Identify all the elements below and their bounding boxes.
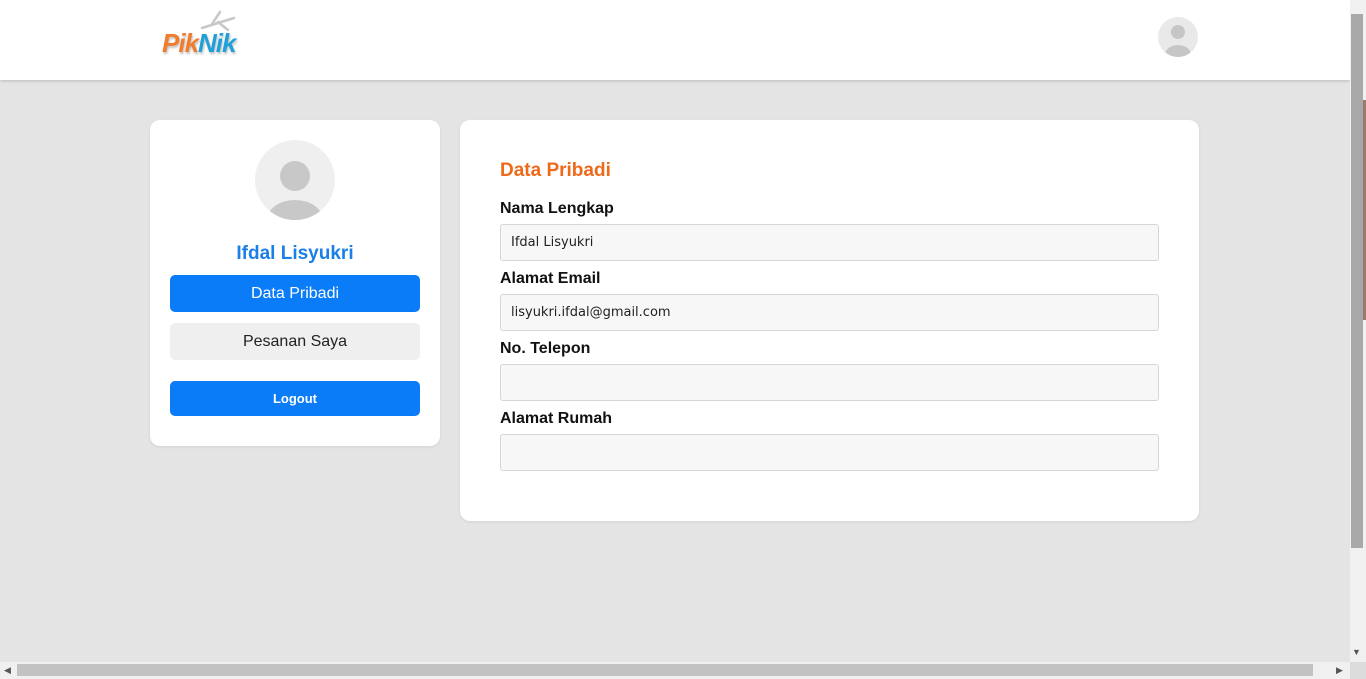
full-name-label: Nama Lengkap	[500, 200, 614, 217]
phone-label: No. Telepon	[500, 340, 591, 357]
horizontal-scroll-thumb[interactable]	[17, 664, 1313, 676]
full-name-input[interactable]	[500, 224, 1159, 261]
logout-button[interactable]: Logout	[170, 381, 420, 416]
top-navbar: PikNik	[0, 0, 1350, 80]
scroll-left-arrow-icon[interactable]: ◀	[4, 664, 11, 676]
pesanan-saya-button[interactable]: Pesanan Saya	[170, 323, 420, 360]
user-avatar-icon[interactable]	[1158, 17, 1198, 57]
email-input[interactable]	[500, 294, 1159, 331]
personal-data-card: Data Pribadi Nama Lengkap Alamat Email N…	[460, 120, 1199, 521]
scroll-right-arrow-icon[interactable]: ▶	[1336, 664, 1343, 676]
scroll-down-arrow-icon[interactable]: ▼	[1352, 645, 1361, 659]
logo-text: PikNik	[162, 28, 237, 58]
profile-sidebar-card: Ifdal Lisyukri Data Pribadi Pesanan Saya…	[150, 120, 440, 446]
profile-avatar-icon	[255, 140, 335, 220]
data-pribadi-button[interactable]: Data Pribadi	[170, 275, 420, 312]
profile-user-name: Ifdal Lisyukri	[236, 243, 354, 264]
address-label: Alamat Rumah	[500, 410, 613, 427]
address-input[interactable]	[500, 434, 1159, 471]
section-title: Data Pribadi	[500, 160, 611, 181]
phone-input[interactable]	[500, 364, 1159, 401]
scrollbar-corner	[1350, 662, 1366, 679]
email-label: Alamat Email	[500, 270, 601, 287]
piknik-logo[interactable]: PikNik	[154, 8, 246, 62]
vertical-scroll-thumb[interactable]	[1351, 14, 1363, 548]
